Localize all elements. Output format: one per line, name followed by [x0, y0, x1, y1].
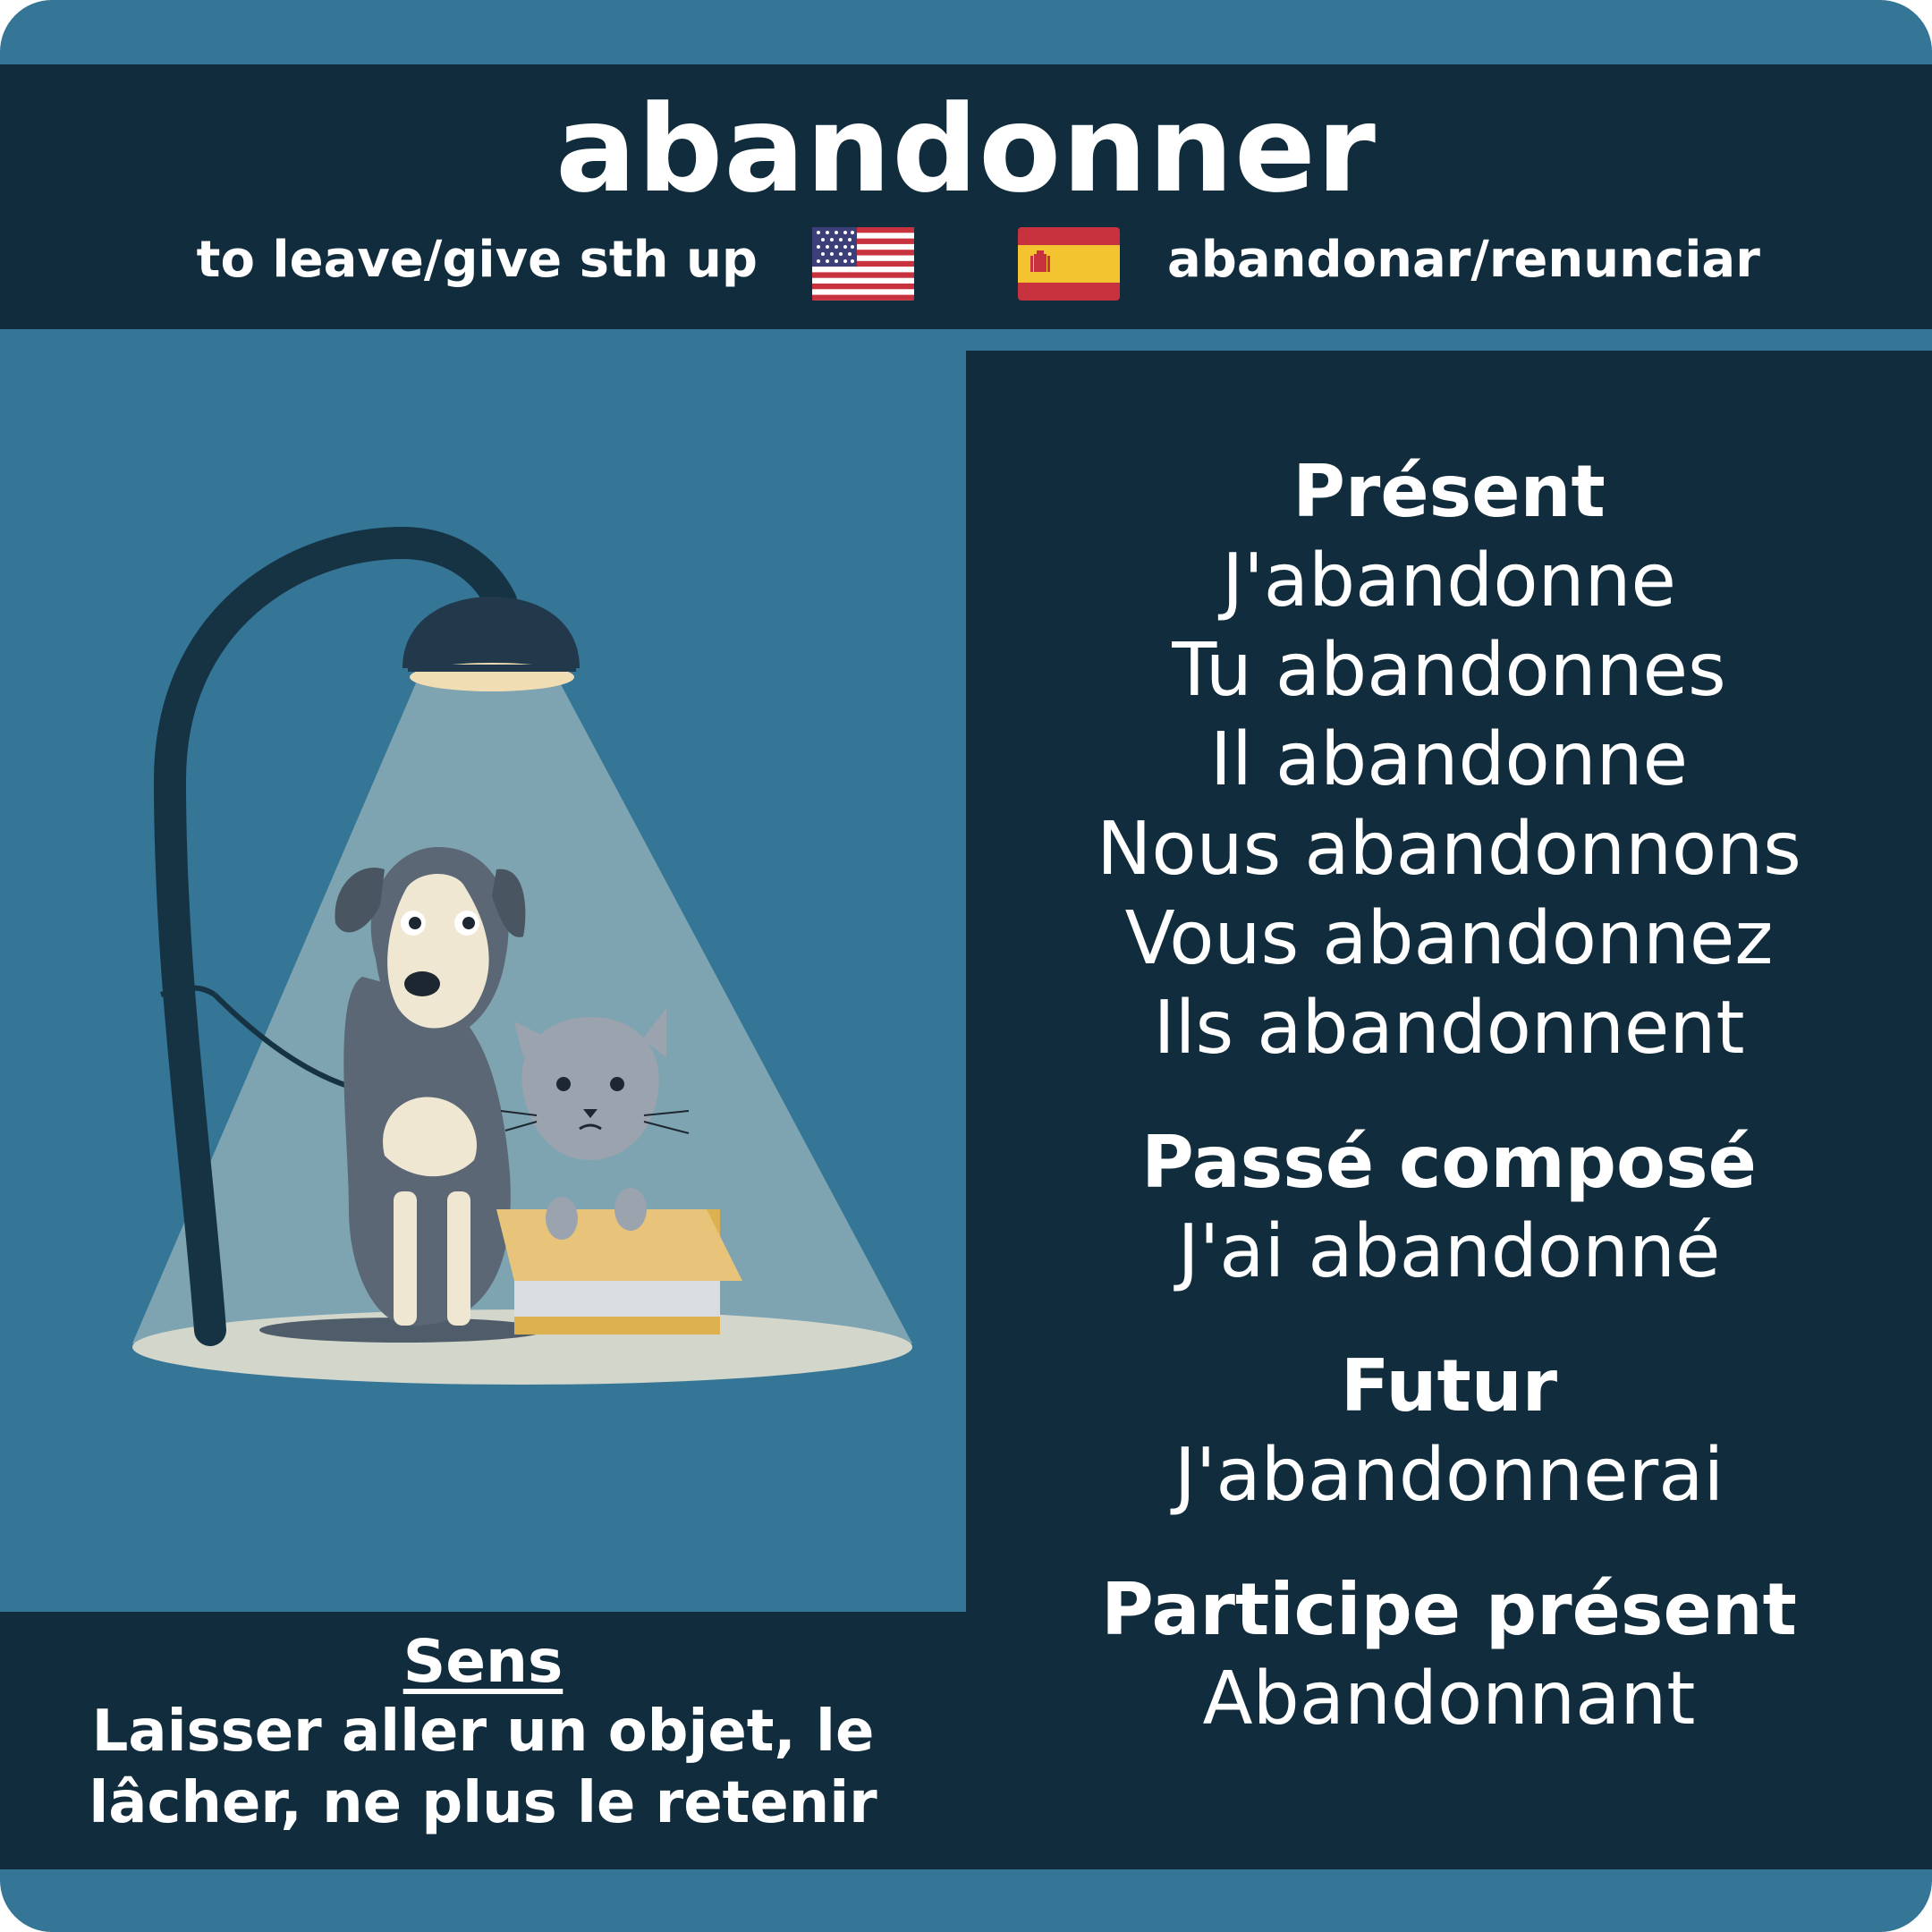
present-form-nous: Nous abandonnons: [1097, 807, 1801, 892]
present-form-je: J'abandonne: [1222, 538, 1676, 623]
futur-title: Futur: [1340, 1344, 1558, 1428]
present-form-il: Il abandonne: [1209, 717, 1689, 802]
present-title: Présent: [1292, 450, 1606, 533]
verb-title: abandonner: [555, 80, 1377, 219]
passe-compose-title: Passé composé: [1141, 1121, 1757, 1204]
present-form-ils: Ils abandonnent: [1153, 986, 1745, 1071]
spanish-translation: abandonar/renunciar: [1167, 231, 1760, 289]
passe-compose-section: Passé composé J'ai abandonné: [966, 1118, 1932, 1297]
participe-present-title: Participe présent: [1101, 1568, 1797, 1651]
present-form-vous: Vous abandonnez: [1124, 896, 1774, 981]
cardboard-box: [496, 1209, 742, 1335]
present-section: Présent J'abandonne Tu abandonnes Il aba…: [966, 447, 1932, 1073]
spain-flag-icon: [1018, 227, 1120, 301]
meaning-definition: Laisser aller un objet, le lâcher, ne pl…: [36, 1696, 930, 1839]
english-translation: to leave/give sth up: [196, 231, 758, 289]
flashcard: abandonner to leave/give sth up abandona…: [0, 0, 1932, 1932]
meaning-line-1: Laisser aller un objet, le: [91, 1699, 875, 1765]
futur-section: Futur J'abandonnerai: [966, 1342, 1932, 1521]
us-flag-icon: [812, 227, 914, 301]
meaning-title: Sens: [402, 1627, 564, 1696]
passe-compose-form: J'ai abandonné: [1177, 1209, 1721, 1294]
participe-present-section: Participe présent Abandonnant: [966, 1565, 1932, 1744]
abandoned-pets-illustration: [132, 526, 912, 1385]
meaning-line-2: lâcher, ne plus le retenir: [89, 1770, 877, 1836]
participe-present-form: Abandonnant: [1202, 1657, 1696, 1741]
present-form-tu: Tu abandonnes: [1172, 628, 1726, 713]
futur-form: J'abandonnerai: [1174, 1433, 1724, 1518]
